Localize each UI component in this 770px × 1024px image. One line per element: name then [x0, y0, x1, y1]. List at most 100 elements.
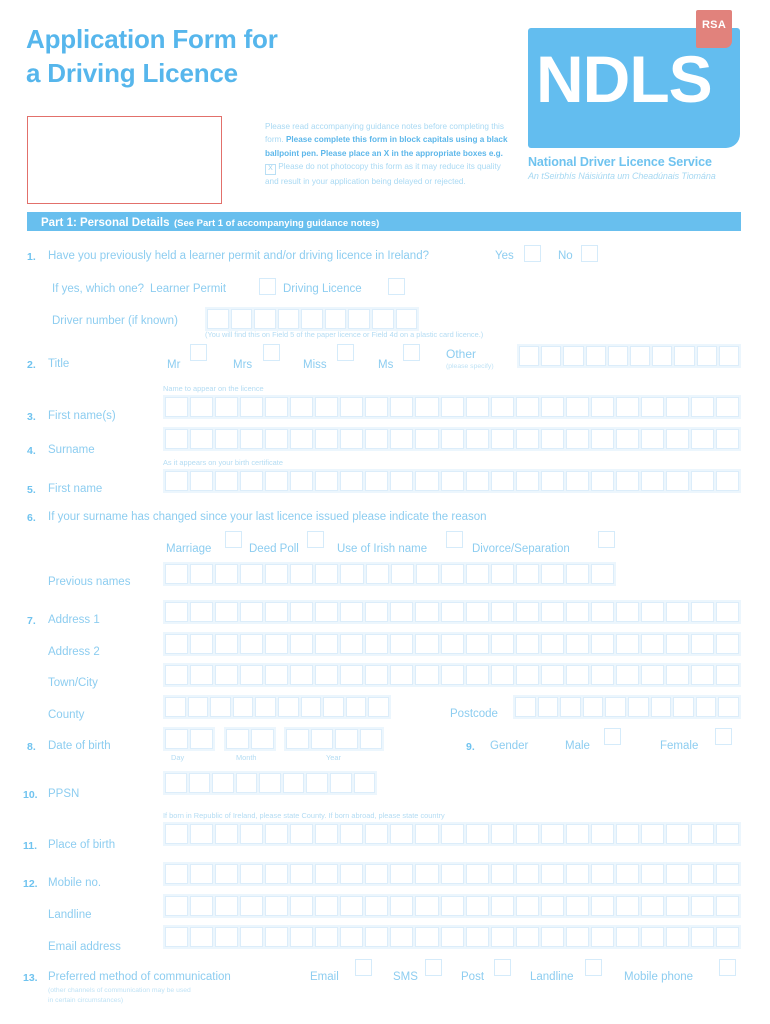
character-cell[interactable]: [440, 429, 464, 449]
character-cell[interactable]: [215, 397, 239, 417]
character-cell[interactable]: [627, 697, 649, 717]
character-cell[interactable]: [265, 824, 289, 844]
character-cell[interactable]: [540, 927, 564, 947]
character-cell[interactable]: [465, 602, 489, 622]
character-cell[interactable]: [590, 927, 614, 947]
ppsn-input[interactable]: [163, 771, 377, 795]
character-cell[interactable]: [490, 429, 514, 449]
character-cell[interactable]: [490, 665, 514, 685]
character-cell[interactable]: [290, 602, 314, 622]
character-cell[interactable]: [315, 927, 339, 947]
character-cell[interactable]: [365, 864, 389, 884]
character-cell[interactable]: [345, 697, 367, 717]
character-cell[interactable]: [515, 564, 539, 584]
character-cell[interactable]: [716, 824, 740, 844]
character-cell[interactable]: [415, 824, 439, 844]
character-cell[interactable]: [390, 471, 414, 491]
driver-number-input[interactable]: [205, 307, 419, 331]
character-cell[interactable]: [565, 429, 589, 449]
character-cell[interactable]: [690, 602, 715, 622]
character-cell[interactable]: [665, 665, 689, 685]
character-cell[interactable]: [290, 824, 314, 844]
character-cell[interactable]: [415, 665, 439, 685]
character-cell[interactable]: [515, 864, 539, 884]
character-cell[interactable]: [190, 729, 213, 749]
character-cell[interactable]: [690, 824, 715, 844]
character-cell[interactable]: [665, 397, 689, 417]
character-cell[interactable]: [323, 697, 344, 717]
character-cell[interactable]: [240, 665, 264, 685]
character-cell[interactable]: [165, 773, 187, 793]
q9-female-checkbox[interactable]: [715, 728, 732, 745]
character-cell[interactable]: [165, 397, 189, 417]
character-cell[interactable]: [465, 471, 489, 491]
birth-first-name-input[interactable]: [163, 469, 741, 493]
character-cell[interactable]: [490, 864, 514, 884]
character-cell[interactable]: [515, 697, 536, 717]
character-cell[interactable]: [190, 429, 214, 449]
character-cell[interactable]: [615, 602, 639, 622]
character-cell[interactable]: [390, 896, 414, 916]
character-cell[interactable]: [265, 927, 289, 947]
character-cell[interactable]: [277, 309, 300, 329]
character-cell[interactable]: [440, 824, 464, 844]
character-cell[interactable]: [607, 346, 629, 366]
character-cell[interactable]: [716, 864, 740, 884]
character-cell[interactable]: [615, 397, 639, 417]
address-2-input[interactable]: [163, 632, 741, 656]
character-cell[interactable]: [390, 927, 414, 947]
character-cell[interactable]: [240, 634, 264, 654]
character-cell[interactable]: [340, 602, 364, 622]
character-cell[interactable]: [290, 397, 314, 417]
character-cell[interactable]: [240, 896, 264, 916]
character-cell[interactable]: [540, 665, 564, 685]
character-cell[interactable]: [340, 665, 364, 685]
character-cell[interactable]: [640, 429, 664, 449]
character-cell[interactable]: [340, 471, 364, 491]
character-cell[interactable]: [415, 564, 439, 584]
town-city-input[interactable]: [163, 663, 741, 687]
character-cell[interactable]: [265, 429, 289, 449]
character-cell[interactable]: [187, 697, 209, 717]
character-cell[interactable]: [290, 665, 314, 685]
character-cell[interactable]: [673, 697, 694, 717]
character-cell[interactable]: [590, 602, 614, 622]
character-cell[interactable]: [340, 824, 364, 844]
character-cell[interactable]: [490, 564, 514, 584]
character-cell[interactable]: [329, 773, 352, 793]
character-cell[interactable]: [165, 429, 189, 449]
character-cell[interactable]: [215, 471, 239, 491]
character-cell[interactable]: [415, 429, 439, 449]
character-cell[interactable]: [265, 634, 289, 654]
character-cell[interactable]: [335, 729, 358, 749]
q2-mrs-checkbox[interactable]: [263, 344, 280, 361]
character-cell[interactable]: [290, 896, 314, 916]
q6-marriage-checkbox[interactable]: [225, 531, 242, 548]
character-cell[interactable]: [390, 824, 414, 844]
character-cell[interactable]: [665, 634, 689, 654]
character-cell[interactable]: [240, 864, 264, 884]
character-cell[interactable]: [290, 864, 314, 884]
character-cell[interactable]: [440, 864, 464, 884]
q13-email-checkbox[interactable]: [355, 959, 372, 976]
q6-irish-name-checkbox[interactable]: [446, 531, 463, 548]
q13-mobile-phone-checkbox[interactable]: [719, 959, 736, 976]
character-cell[interactable]: [640, 824, 664, 844]
character-cell[interactable]: [590, 824, 614, 844]
character-cell[interactable]: [640, 665, 664, 685]
character-cell[interactable]: [315, 824, 339, 844]
character-cell[interactable]: [465, 896, 489, 916]
character-cell[interactable]: [290, 634, 314, 654]
character-cell[interactable]: [716, 471, 740, 491]
character-cell[interactable]: [640, 927, 664, 947]
character-cell[interactable]: [465, 564, 489, 584]
character-cell[interactable]: [440, 602, 464, 622]
first-names-input[interactable]: [163, 395, 741, 419]
character-cell[interactable]: [215, 896, 239, 916]
character-cell[interactable]: [215, 602, 239, 622]
character-cell[interactable]: [718, 697, 739, 717]
character-cell[interactable]: [165, 864, 189, 884]
character-cell[interactable]: [695, 697, 717, 717]
character-cell[interactable]: [240, 471, 264, 491]
character-cell[interactable]: [665, 429, 689, 449]
